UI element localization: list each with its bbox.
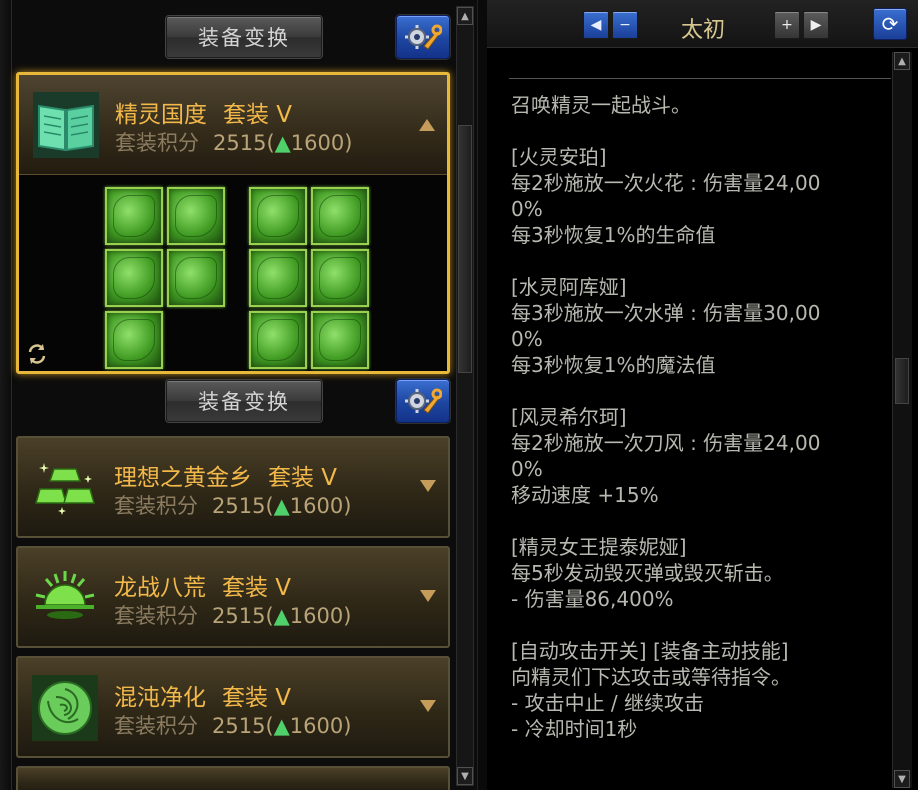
skill-description-panel: ◀ − 太初 + ▶ ⟳ 召唤精灵一起战斗。 [火灵安珀] 每2秒施放一次火花 : … bbox=[487, 0, 918, 790]
set-score: 套装积分 2515(▲1600) bbox=[114, 604, 352, 628]
description-line: [水灵阿库娅] bbox=[511, 275, 627, 299]
equipment-slot[interactable] bbox=[167, 187, 225, 245]
description-line: 移动速度 +15% bbox=[511, 483, 659, 507]
prev-arrow-button[interactable]: ◀ bbox=[583, 11, 609, 39]
equipment-slot[interactable] bbox=[249, 311, 307, 369]
set-card-dragon-war[interactable]: 龙战八荒 套装 V 套装积分 2515(▲1600) bbox=[16, 546, 450, 648]
description-line: 每2秒施放一次火花 : 伤害量24,00 bbox=[511, 171, 821, 195]
equipment-slot[interactable] bbox=[311, 187, 369, 245]
scroll-thumb[interactable] bbox=[895, 358, 909, 404]
skill-title: 太初 bbox=[681, 18, 726, 43]
minus-button[interactable]: − bbox=[612, 11, 638, 39]
description-line: 每5秒发动毁灭弹或毁灭斩击。 bbox=[511, 561, 784, 585]
refresh-button[interactable]: ⟳ bbox=[873, 8, 907, 40]
equipment-switch-button-top[interactable]: 装备变换 bbox=[166, 16, 322, 58]
description-line: 每3秒恢复1%的魔法值 bbox=[511, 353, 716, 377]
equipment-slot[interactable] bbox=[249, 187, 307, 245]
set-score: 套装积分 2515(▲1600) bbox=[114, 714, 352, 738]
description-line: [精灵女王提泰妮娅] bbox=[511, 535, 687, 559]
equipment-switch-button-bottom[interactable]: 装备变换 bbox=[166, 380, 322, 422]
description-line: 召唤精灵一起战斗。 bbox=[511, 93, 691, 117]
description-line: - 攻击中止 / 继续攻击 bbox=[511, 691, 705, 715]
expand-arrow-icon[interactable] bbox=[420, 700, 436, 712]
description-line bbox=[511, 118, 881, 144]
swap-refresh-icon[interactable] bbox=[26, 343, 48, 365]
equipment-slot[interactable] bbox=[311, 311, 369, 369]
next-arrow-button[interactable]: ▶ bbox=[803, 11, 829, 39]
gold-bars-icon bbox=[35, 463, 95, 515]
plus-button[interactable]: + bbox=[774, 11, 800, 39]
description-line: 0% bbox=[511, 457, 543, 481]
equipment-slot[interactable] bbox=[105, 249, 163, 307]
set-card-elf-kingdom[interactable]: 精灵国度 套装 V 套装积分 2515(▲1600) bbox=[16, 72, 450, 374]
scroll-up-button[interactable]: ▲ bbox=[457, 7, 473, 25]
description-line: [火灵安珀] bbox=[511, 145, 607, 169]
scroll-thumb[interactable] bbox=[458, 125, 472, 373]
left-edge-strip bbox=[0, 0, 12, 790]
equipment-set-panel: 装备变换 精灵国度 套装 V 套装积分 2515(▲1600) 装备变换 理想之… bbox=[0, 0, 478, 790]
description-line: [风灵希尔珂] bbox=[511, 405, 627, 429]
set-title: 理想之黄金乡 套装 V bbox=[114, 465, 338, 491]
set-card-header[interactable]: 理想之黄金乡 套装 V 套装积分 2515(▲1600) bbox=[18, 438, 448, 538]
rose-icon bbox=[32, 675, 98, 741]
set-card-partial[interactable] bbox=[16, 766, 450, 790]
equipment-slot[interactable] bbox=[167, 249, 225, 307]
description-line: - 冷却时间1秒 bbox=[511, 717, 638, 741]
description-line: - 伤害量86,400% bbox=[511, 587, 674, 611]
equipment-switch-label: 装备变换 bbox=[198, 390, 290, 414]
set-card-chaos-purify[interactable]: 混沌净化 套装 V 套装积分 2515(▲1600) bbox=[16, 656, 450, 758]
set-title: 精灵国度 套装 V bbox=[115, 102, 293, 128]
set-score: 套装积分 2515(▲1600) bbox=[115, 131, 353, 155]
book-icon bbox=[33, 92, 99, 158]
right-scrollbar[interactable]: ▲ ▼ bbox=[892, 52, 912, 788]
settings-wrench-button-top[interactable] bbox=[396, 15, 450, 59]
equipment-slot[interactable] bbox=[311, 249, 369, 307]
scroll-down-button[interactable]: ▼ bbox=[894, 770, 910, 788]
description-line: 0% bbox=[511, 327, 543, 351]
equipment-slot[interactable] bbox=[105, 311, 163, 369]
set-score: 套装积分 2515(▲1600) bbox=[114, 494, 352, 518]
description-header: ◀ − 太初 + ▶ ⟳ bbox=[487, 0, 918, 48]
description-line: [自动攻击开关] [装备主动技能] bbox=[511, 639, 789, 663]
gear-wrench-icon bbox=[405, 24, 442, 50]
gear-wrench-icon bbox=[405, 388, 442, 414]
set-card-golden-utopia[interactable]: 理想之黄金乡 套装 V 套装积分 2515(▲1600) bbox=[16, 436, 450, 538]
description-line: 0% bbox=[511, 197, 543, 221]
set-title: 龙战八荒 套装 V bbox=[114, 575, 292, 601]
equipment-slot[interactable] bbox=[249, 249, 307, 307]
skill-description: 召唤精灵一起战斗。 [火灵安珀] 每2秒施放一次火花 : 伤害量24,00 0% 每3秒… bbox=[511, 92, 881, 742]
description-line: 向精灵们下达攻击或等待指令。 bbox=[511, 665, 791, 689]
set-card-header[interactable]: 混沌净化 套装 V 套装积分 2515(▲1600) bbox=[18, 658, 448, 758]
settings-wrench-button-bottom[interactable] bbox=[396, 379, 450, 423]
description-line: 每3秒恢复1%的生命值 bbox=[511, 223, 716, 247]
description-line bbox=[511, 248, 881, 274]
scroll-up-button[interactable]: ▲ bbox=[894, 52, 910, 70]
description-line bbox=[511, 378, 881, 404]
expand-arrow-icon[interactable] bbox=[420, 480, 436, 492]
left-scrollbar[interactable]: ▲ ▼ bbox=[456, 6, 474, 786]
scroll-down-button[interactable]: ▼ bbox=[457, 767, 473, 785]
collapse-arrow-icon[interactable] bbox=[419, 119, 435, 131]
equipment-switch-label: 装备变换 bbox=[198, 26, 290, 50]
divider bbox=[509, 78, 891, 79]
description-line: 每2秒施放一次刀风 : 伤害量24,00 bbox=[511, 431, 821, 455]
set-title: 混沌净化 套装 V bbox=[114, 685, 292, 711]
set-card-header[interactable]: 精灵国度 套装 V 套装积分 2515(▲1600) bbox=[19, 75, 447, 175]
description-line bbox=[511, 508, 881, 534]
equipment-slot[interactable] bbox=[105, 187, 163, 245]
description-line bbox=[511, 612, 881, 638]
set-card-header[interactable]: 龙战八荒 套装 V 套装积分 2515(▲1600) bbox=[18, 548, 448, 648]
refresh-icon: ⟳ bbox=[881, 12, 899, 36]
description-line: 每3秒施放一次水弹 : 伤害量30,00 bbox=[511, 301, 821, 325]
expand-arrow-icon[interactable] bbox=[420, 590, 436, 602]
sunrise-icon bbox=[35, 571, 95, 619]
